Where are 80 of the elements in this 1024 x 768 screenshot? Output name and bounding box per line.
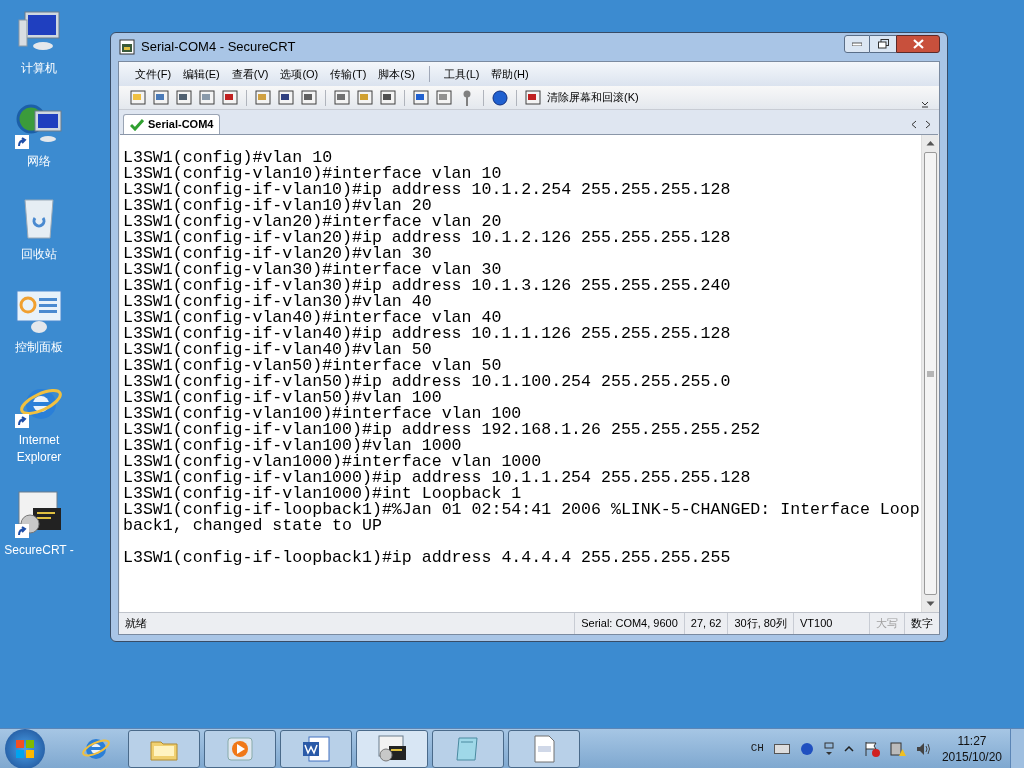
terminal-line: L3SW1(config-if-vlan20)#vlan 30	[123, 246, 432, 262]
terminal-line: L3SW1(config-vlan10)#interface vlan 10	[123, 166, 502, 182]
clock-date[interactable]: 2015/10/20	[941, 748, 1002, 765]
clock-time[interactable]: 11:27	[957, 732, 987, 749]
restore-icon	[877, 39, 889, 49]
desktop-icon-label[interactable]: 网络	[0, 153, 78, 170]
terminal-line: L3SW1(config-if-vlan10)#vlan 20	[123, 198, 432, 214]
terminal-line: L3SW1(config-if-vlan40)#ip address 10.1.1.126 255.255.255.128	[123, 326, 731, 342]
language-indicator[interactable]: CH	[750, 740, 764, 757]
terminal-line: L3SW1(config-if-vlan30)#ip address 10.1.3.126 255.255.255.240	[123, 278, 731, 294]
menu-item[interactable]: 工具(L)	[440, 65, 484, 83]
terminal-line: L3SW1(config)#vlan 10	[123, 150, 333, 166]
grip-icon	[926, 370, 934, 377]
windows-logo-icon	[15, 738, 35, 759]
speaker-icon[interactable]	[915, 741, 932, 756]
terminal-line: L3SW1(config-if-vlan40)#vlan 50	[123, 342, 432, 358]
status-field: Serial: COM4, 9600	[574, 613, 684, 634]
menu-item[interactable]: 脚本(S)	[374, 65, 419, 83]
status-field: 就绪	[119, 613, 575, 634]
terminal-line: L3SW1(config-if-vlan50)#vlan 100	[123, 390, 442, 406]
terminal-line: L3SW1(config-if-vlan50)#ip address 10.1.100.254 255.255.255.0	[123, 374, 731, 390]
app-icon	[119, 39, 135, 55]
menu-item[interactable]: 选项(O)	[276, 65, 323, 83]
terminal-line: L3SW1(config-if-loopback1)#%Jan 01 02:54:41 2006 %LINK-5-CHANGED: Interface Loop	[123, 502, 920, 518]
status-field: 27, 62	[683, 613, 728, 634]
keyboard-icon[interactable]	[773, 743, 790, 754]
document-w-icon	[301, 733, 331, 764]
close-icon	[912, 39, 924, 49]
terminal-line: L3SW1(config-vlan30)#interface vlan 30	[123, 262, 502, 278]
terminal-line: L3SW1(config-vlan1000)#interface vlan 1000	[123, 454, 542, 470]
options-icon[interactable]	[823, 741, 834, 756]
taskbar-app[interactable]	[280, 729, 352, 768]
terminal-lock-icon	[377, 733, 407, 764]
scrollbar-thumb[interactable]	[923, 152, 937, 595]
menu-item[interactable]: 编辑(E)	[179, 65, 224, 83]
terminal-line: L3SW1(config-vlan20)#interface vlan 20	[123, 214, 502, 230]
vertical-scrollbar[interactable]	[921, 135, 938, 612]
network-warning-icon[interactable]	[889, 740, 906, 757]
start-button[interactable]	[5, 728, 45, 768]
terminal-line: back1, changed state to UP	[123, 518, 382, 534]
overflow-chevron-icon[interactable]	[921, 99, 929, 109]
minimize-icon	[852, 42, 862, 46]
menu-item[interactable]: 文件(F)	[131, 65, 176, 83]
menu-item[interactable]: 传输(T)	[326, 65, 371, 83]
shortcut-arrow-icon	[15, 135, 29, 149]
minimize-button[interactable]	[844, 35, 870, 53]
maximize-button[interactable]	[870, 35, 896, 53]
desktop-icon-label[interactable]: 控制面板	[0, 339, 78, 356]
terminal-line: L3SW1(config-vlan50)#interface vlan 50	[123, 358, 502, 374]
terminal-line: L3SW1(config-vlan100)#interface vlan 100	[123, 406, 522, 422]
status-field: 30行, 80列	[727, 613, 793, 634]
desktop-icon-label[interactable]: Internet Explorer	[0, 432, 78, 466]
terminal-line: L3SW1(config-if-vlan10)#ip address 10.1.2.254 255.255.255.128	[123, 182, 731, 198]
scroll-up-arrow-icon[interactable]	[925, 140, 935, 146]
terminal-line: L3SW1(config-vlan40)#interface vlan 40	[123, 310, 502, 326]
menu-item[interactable]: 帮助(H)	[487, 65, 533, 83]
terminal-line: L3SW1(config-if-loopback1)#ip address 4.4.4.4 255.255.255.255	[123, 550, 731, 566]
terminal-line: L3SW1(config-if-vlan30)#vlan 40	[123, 294, 432, 310]
desktop-icon-label[interactable]: 计算机	[0, 60, 78, 77]
terminal-line: L3SW1(config-if-vlan20)#ip address 10.1.2.126 255.255.255.128	[123, 230, 731, 246]
shortcut-arrow-icon	[15, 414, 29, 428]
status-field: 大写	[869, 613, 904, 634]
desktop-icon-label[interactable]: 回收站	[0, 246, 78, 263]
close-button[interactable]	[896, 35, 940, 53]
scroll-down-arrow-icon[interactable]	[925, 601, 935, 607]
clear-screen-button[interactable]: 清除屏幕和回滚(K)	[547, 89, 639, 106]
terminal-line: L3SW1(config-if-vlan1000)#int Loopback 1	[123, 486, 522, 502]
desktop-icon-label[interactable]: SecureCRT -	[0, 542, 78, 559]
window-title: Serial-COM4 - SecureCRT	[141, 38, 296, 57]
terminal-line: L3SW1(config-if-vlan1000)#ip address 10.1.1.254 255.255.255.128	[123, 470, 751, 486]
terminal-line: L3SW1(config-if-vlan100)#vlan 1000	[123, 438, 462, 454]
session-tab[interactable]: Serial-COM4	[123, 114, 221, 134]
status-field: 数字	[904, 613, 939, 634]
flag-alert-icon[interactable]	[863, 740, 880, 757]
shortcut-arrow-icon	[15, 524, 29, 538]
taskbar-app[interactable]	[356, 729, 428, 768]
terminal-line: L3SW1(config-if-vlan100)#ip address 192.168.1.26 255.255.255.252	[123, 422, 761, 438]
menu-item[interactable]: 查看(V)	[227, 65, 273, 83]
show-hidden-icons-icon[interactable]	[843, 745, 854, 752]
status-field: VT100	[793, 613, 869, 634]
